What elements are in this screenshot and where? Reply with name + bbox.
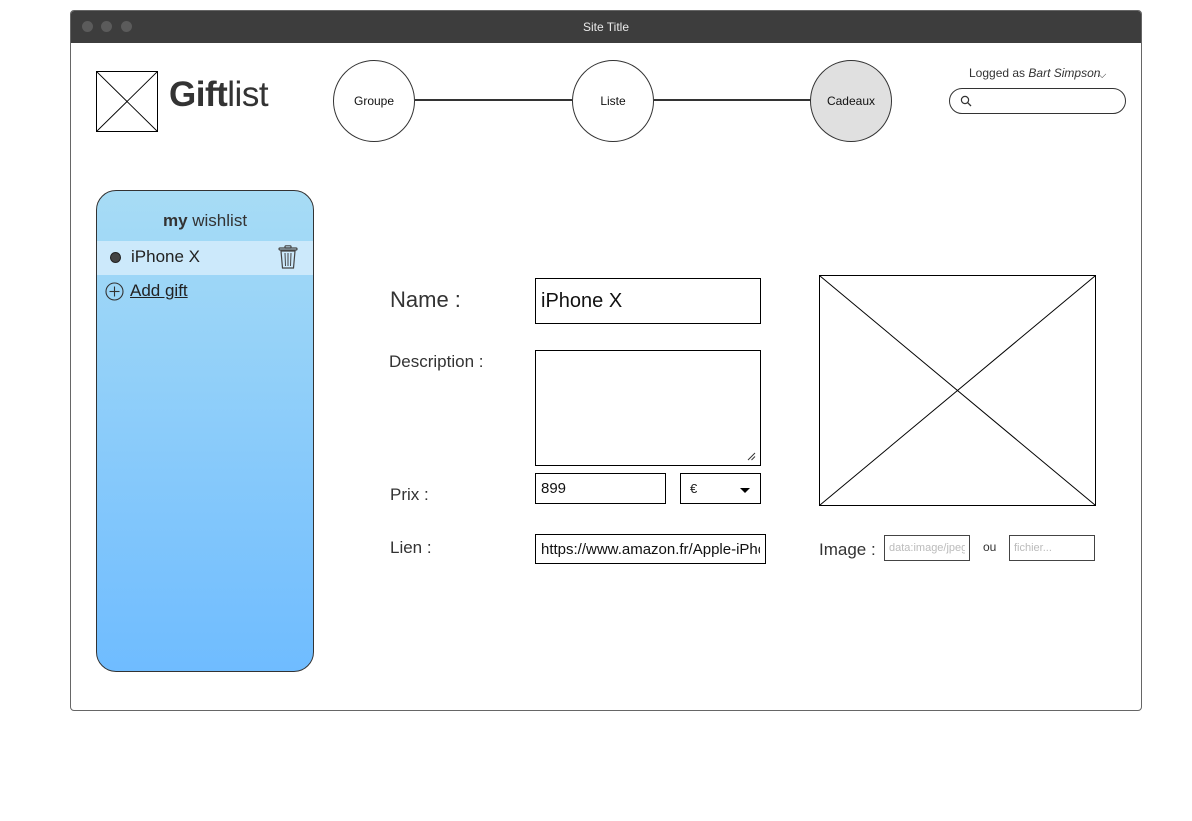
logo-image-placeholder-icon <box>96 71 158 132</box>
description-label: Description : <box>389 352 484 371</box>
price-label: Prix : <box>390 485 429 504</box>
wishlist-item[interactable]: iPhone X <box>97 241 313 275</box>
browser-window: Site Title Giftlist Groupe Liste Cadeaux… <box>70 10 1142 711</box>
search-input[interactable] <box>976 92 1116 110</box>
name-label: Name : <box>390 287 461 312</box>
chevron-down-icon[interactable]: ⌵ <box>1098 69 1106 82</box>
description-field[interactable] <box>535 350 761 466</box>
link-label: Lien : <box>390 538 432 557</box>
add-gift-link[interactable]: Add gift <box>105 281 188 301</box>
stepper-connector <box>415 99 572 101</box>
name-field[interactable] <box>535 278 761 324</box>
image-file-input[interactable] <box>1010 536 1094 560</box>
stepper-connector <box>654 99 811 101</box>
step-groupe[interactable]: Groupe <box>333 60 415 142</box>
image-file-field[interactable] <box>1009 535 1095 561</box>
resize-grip-icon[interactable] <box>747 452 756 461</box>
image-url-field[interactable] <box>884 535 970 561</box>
description-textarea[interactable] <box>536 351 760 465</box>
currency-value: € <box>690 481 698 496</box>
price-field[interactable] <box>535 473 666 504</box>
step-label: Liste <box>600 94 626 108</box>
bullet-icon <box>110 252 121 263</box>
or-label: ou <box>983 540 997 554</box>
brand-name: Giftlist <box>169 75 269 115</box>
currency-select[interactable]: € <box>680 473 761 504</box>
image-url-input[interactable] <box>885 536 969 560</box>
logged-as-text: Logged as <box>969 66 1026 80</box>
site-title: Site Title <box>582 20 630 34</box>
trash-icon[interactable] <box>277 245 299 269</box>
plus-circle-icon <box>105 281 124 301</box>
add-gift-label: Add gift <box>130 281 188 300</box>
step-cadeaux[interactable]: Cadeaux <box>810 60 892 142</box>
gift-image-placeholder-icon <box>819 275 1096 506</box>
search-icon <box>960 95 972 107</box>
wishlist-title-bold: my <box>162 211 188 230</box>
step-label: Cadeaux <box>826 94 876 108</box>
step-label: Groupe <box>353 94 395 108</box>
wishlist-item-label: iPhone X <box>131 247 200 266</box>
user-menu[interactable]: Logged as Bart Simpson <box>969 66 1100 80</box>
brand-bold: Gift <box>169 75 228 114</box>
link-input[interactable] <box>536 535 765 563</box>
price-input[interactable] <box>536 474 665 503</box>
title-bar: Site Title <box>71 11 1141 43</box>
image-label: Image : <box>819 540 876 559</box>
name-input[interactable] <box>536 279 760 323</box>
wishlist-title: my wishlist <box>97 211 313 231</box>
caret-down-icon <box>740 488 750 493</box>
step-liste[interactable]: Liste <box>572 60 654 142</box>
brand-light: list <box>227 75 269 114</box>
wishlist-sidebar: my wishlist iPhone X Add gift <box>96 190 314 672</box>
link-field[interactable] <box>535 534 766 564</box>
search-box[interactable] <box>949 88 1126 114</box>
wishlist-title-rest: wishlist <box>187 211 248 230</box>
user-name: Bart Simpson <box>1028 66 1101 80</box>
